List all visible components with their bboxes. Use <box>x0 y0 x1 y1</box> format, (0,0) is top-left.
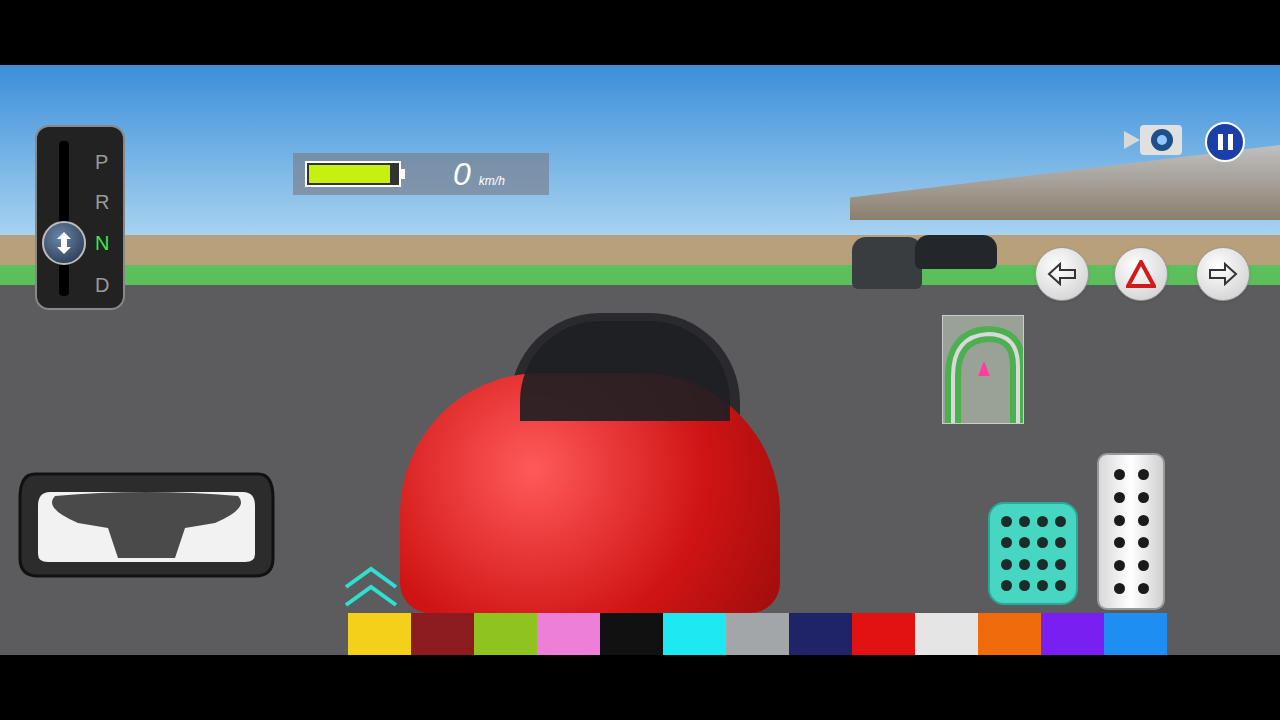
boost-indicator <box>342 565 400 611</box>
pedal-hole <box>1114 515 1125 526</box>
pedal-hole <box>1055 516 1066 527</box>
pedal-hole <box>1114 583 1125 594</box>
minimap-track-icon <box>943 316 1024 424</box>
speed-panel: 0 km/h <box>293 153 549 195</box>
color-swatch[interactable] <box>915 613 978 655</box>
gear-knob[interactable] <box>42 221 86 265</box>
chevron-up-icon <box>342 565 400 611</box>
color-swatch[interactable] <box>1041 613 1104 655</box>
color-swatch[interactable] <box>663 613 726 655</box>
pedal-hole <box>1138 515 1149 526</box>
gear-label[interactable]: N <box>95 231 109 255</box>
hazard-icon <box>1126 260 1156 288</box>
pedal-hole <box>1055 580 1066 591</box>
pedal-hole <box>1037 516 1048 527</box>
pedal-hole <box>1037 580 1048 591</box>
left-indicator-button[interactable] <box>1035 247 1089 301</box>
pedal-hole <box>1114 537 1125 548</box>
color-swatch[interactable] <box>474 613 537 655</box>
pedal-hole <box>1114 492 1125 503</box>
steering-wheel[interactable] <box>15 468 278 580</box>
hazard-button[interactable] <box>1114 247 1168 301</box>
color-swatch[interactable] <box>537 613 600 655</box>
pedal-hole <box>1114 469 1125 480</box>
left-arrow-icon <box>1047 262 1077 286</box>
pedal-hole <box>1019 537 1030 548</box>
pedal-hole <box>1037 559 1048 570</box>
letterbox-top <box>0 0 1280 65</box>
gear-label[interactable]: R <box>95 190 109 214</box>
color-swatch[interactable] <box>348 613 411 655</box>
pedal-hole <box>1138 583 1149 594</box>
brake-pedal[interactable] <box>988 502 1078 605</box>
opponent-car <box>915 235 997 269</box>
letterbox-bottom <box>0 655 1280 720</box>
pedal-hole <box>1055 559 1066 570</box>
screen: PRND 0 km/h <box>0 0 1280 720</box>
game-view[interactable]: PRND 0 km/h <box>0 65 1280 655</box>
pedal-hole <box>1001 559 1012 570</box>
trackside <box>0 235 1280 265</box>
pedal-hole <box>1019 559 1030 570</box>
gear-label[interactable]: P <box>95 150 108 174</box>
color-swatch[interactable] <box>852 613 915 655</box>
speed-value: 0 <box>453 157 471 191</box>
camera-icon <box>1122 123 1184 157</box>
color-swatch[interactable] <box>978 613 1041 655</box>
color-palette <box>348 613 1167 655</box>
color-swatch[interactable] <box>411 613 474 655</box>
pedal-hole <box>1138 492 1149 503</box>
accelerator-pedal[interactable] <box>1097 453 1165 610</box>
camera-button[interactable] <box>1122 123 1184 157</box>
pedal-hole <box>1001 516 1012 527</box>
pedal-hole <box>1019 580 1030 591</box>
color-swatch[interactable] <box>726 613 789 655</box>
pause-button[interactable] <box>1205 122 1245 162</box>
pedal-hole <box>1114 560 1125 571</box>
pedal-hole <box>1055 537 1066 548</box>
color-swatch[interactable] <box>600 613 663 655</box>
speed-unit: km/h <box>479 171 505 191</box>
pedal-hole <box>1001 537 1012 548</box>
steering-wheel-icon <box>15 468 278 580</box>
pedal-hole <box>1037 537 1048 548</box>
color-swatch[interactable] <box>1104 613 1167 655</box>
right-arrow-icon <box>1208 262 1238 286</box>
pause-icon <box>1218 134 1233 150</box>
pedal-hole <box>1138 537 1149 548</box>
right-indicator-button[interactable] <box>1196 247 1250 301</box>
gear-slot <box>59 141 69 296</box>
gear-label[interactable]: D <box>95 273 109 297</box>
gear-selector[interactable]: PRND <box>35 125 125 310</box>
pedal-hole <box>1138 560 1149 571</box>
pedal-hole <box>1019 516 1030 527</box>
pedal-hole <box>1001 580 1012 591</box>
battery-fill <box>309 165 390 183</box>
minimap <box>942 315 1024 424</box>
player-car <box>400 313 780 613</box>
pedal-hole <box>1138 469 1149 480</box>
color-swatch[interactable] <box>789 613 852 655</box>
battery-meter <box>305 161 405 187</box>
opponent-car <box>852 237 922 289</box>
up-down-arrow-icon <box>53 230 75 256</box>
